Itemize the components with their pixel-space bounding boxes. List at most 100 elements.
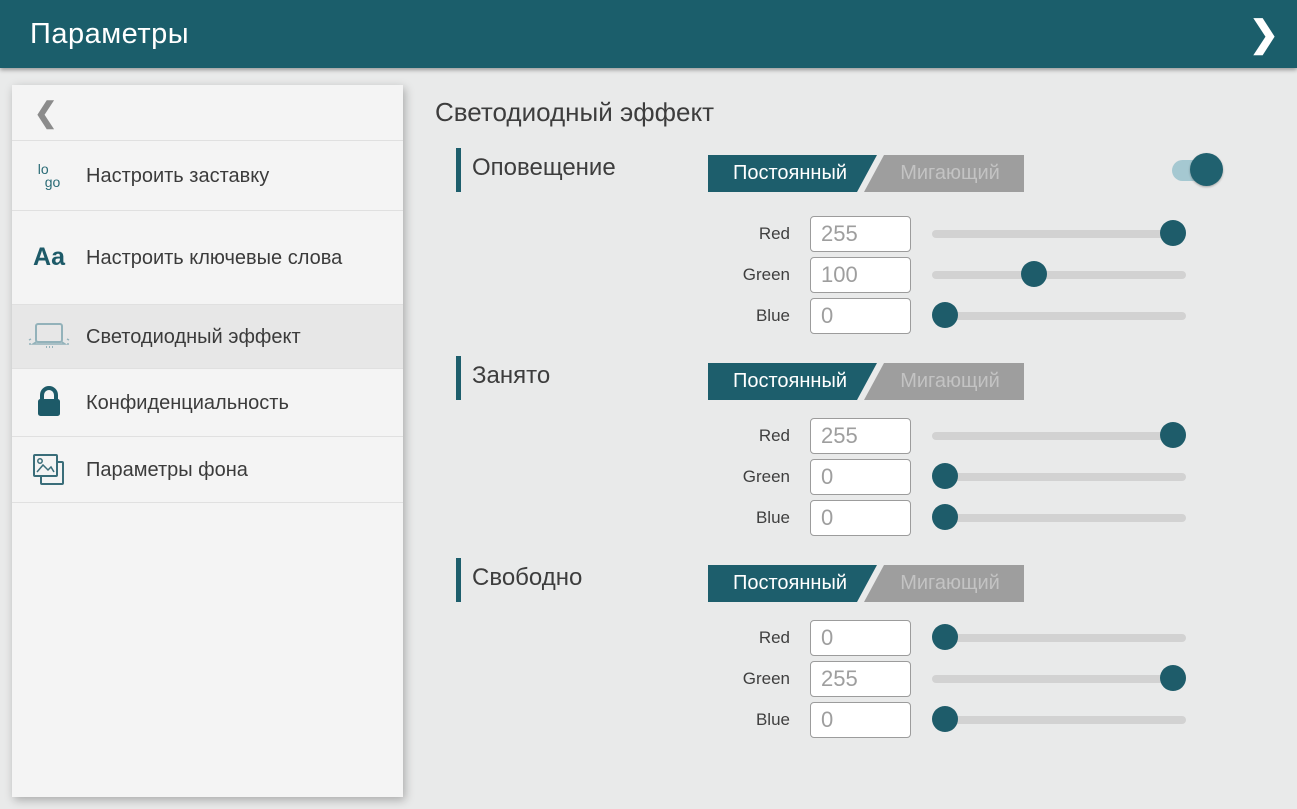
- slider-track: [932, 432, 1186, 440]
- sidebar-item-label: Настроить ключевые слова: [86, 245, 342, 271]
- sidebar-item-screensaver[interactable]: lo go Настроить заставку: [12, 141, 403, 211]
- red-label: Red: [435, 628, 790, 648]
- mode-constant-button[interactable]: Постоянный: [716, 155, 864, 192]
- slider-track: [932, 271, 1186, 279]
- green-row: Green: [435, 458, 1235, 495]
- rgb-rows-notification: Red Green Blue: [435, 215, 1235, 334]
- red-label: Red: [435, 224, 790, 244]
- slider-thumb[interactable]: [932, 706, 958, 732]
- slider-track: [932, 473, 1186, 481]
- page-title: Светодиодный эффект: [435, 97, 1235, 128]
- green-row: Green: [435, 256, 1235, 293]
- monitor-icon: [12, 320, 86, 354]
- section-title: Занято: [472, 362, 550, 390]
- red-slider[interactable]: [932, 215, 1186, 252]
- blue-slider[interactable]: [932, 701, 1186, 738]
- blue-label: Blue: [435, 306, 790, 326]
- slider-thumb[interactable]: [932, 302, 958, 328]
- red-value-input[interactable]: [810, 216, 911, 252]
- mode-constant-button[interactable]: Постоянный: [716, 565, 864, 602]
- blue-value-input[interactable]: [810, 702, 911, 738]
- section-title: Свободно: [472, 564, 582, 592]
- keywords-aa-icon: Aa: [12, 243, 86, 272]
- green-slider[interactable]: [932, 660, 1186, 697]
- slider-track: [932, 312, 1186, 320]
- mode-toggle-busy: Постоянный Мигающий: [708, 363, 1024, 400]
- red-value-input[interactable]: [810, 620, 911, 656]
- collapse-sidebar-icon[interactable]: ❯: [1249, 10, 1279, 58]
- red-slider[interactable]: [932, 619, 1186, 656]
- section-free-header: Свободно Постоянный Мигающий: [435, 558, 1235, 603]
- mode-toggle-free: Постоянный Мигающий: [708, 565, 1024, 602]
- sidebar: ❮ lo go Настроить заставку Aa Настроить …: [12, 85, 403, 797]
- slider-thumb[interactable]: [1160, 422, 1186, 448]
- mode-blinking-button[interactable]: Мигающий: [880, 363, 1020, 400]
- app-title: Параметры: [0, 18, 189, 51]
- section-accent-bar: [456, 148, 461, 192]
- slider-track: [932, 675, 1186, 683]
- section-title: Оповещение: [472, 154, 616, 182]
- blue-value-input[interactable]: [810, 500, 911, 536]
- mode-constant-button[interactable]: Постоянный: [716, 363, 864, 400]
- sidebar-item-label: Параметры фона: [86, 457, 248, 483]
- section-accent-bar: [456, 558, 461, 602]
- blue-label: Blue: [435, 710, 790, 730]
- red-row: Red: [435, 619, 1235, 656]
- blue-row: Blue: [435, 499, 1235, 536]
- green-slider[interactable]: [932, 458, 1186, 495]
- mode-blinking-button[interactable]: Мигающий: [880, 155, 1020, 192]
- green-slider[interactable]: [932, 256, 1186, 293]
- slider-thumb[interactable]: [1160, 665, 1186, 691]
- slider-track: [932, 514, 1186, 522]
- blue-label: Blue: [435, 508, 790, 528]
- main-content: Светодиодный эффект Оповещение Постоянны…: [435, 68, 1235, 742]
- mode-toggle-notification: Постоянный Мигающий: [708, 155, 1024, 192]
- slider-thumb[interactable]: [932, 463, 958, 489]
- blue-slider[interactable]: [932, 297, 1186, 334]
- section-busy-header: Занято Постоянный Мигающий: [435, 356, 1235, 401]
- section-notification-header: Оповещение Постоянный Мигающий: [435, 148, 1235, 193]
- blue-row: Blue: [435, 297, 1235, 334]
- sidebar-item-privacy[interactable]: Конфиденциальность: [12, 369, 403, 437]
- green-label: Green: [435, 265, 790, 285]
- logo-icon: lo go: [12, 163, 86, 189]
- green-value-input[interactable]: [810, 459, 911, 495]
- rgb-rows-busy: Red Green Blue: [435, 417, 1235, 536]
- lock-icon: [12, 386, 86, 420]
- red-row: Red: [435, 417, 1235, 454]
- sidebar-item-background[interactable]: Параметры фона: [12, 437, 403, 503]
- sidebar-item-led-effect[interactable]: Светодиодный эффект: [12, 305, 403, 369]
- sidebar-item-label: Настроить заставку: [86, 163, 269, 189]
- slider-track: [932, 716, 1186, 724]
- slider-thumb[interactable]: [1021, 261, 1047, 287]
- notification-switch[interactable]: [1172, 152, 1224, 188]
- sidebar-back-button[interactable]: ❮: [12, 85, 403, 141]
- red-value-input[interactable]: [810, 418, 911, 454]
- sidebar-item-label: Конфиденциальность: [86, 390, 289, 416]
- blue-row: Blue: [435, 701, 1235, 738]
- red-row: Red: [435, 215, 1235, 252]
- app-header: Параметры ❯: [0, 0, 1297, 68]
- slider-track: [932, 230, 1186, 238]
- section-accent-bar: [456, 356, 461, 400]
- rgb-rows-free: Red Green Blue: [435, 619, 1235, 738]
- red-slider[interactable]: [932, 417, 1186, 454]
- slider-track: [932, 634, 1186, 642]
- back-chevron-icon: ❮: [34, 96, 57, 129]
- slider-thumb[interactable]: [1160, 220, 1186, 246]
- slider-thumb[interactable]: [932, 624, 958, 650]
- mode-blinking-button[interactable]: Мигающий: [880, 565, 1020, 602]
- sidebar-item-label: Светодиодный эффект: [86, 324, 301, 350]
- blue-value-input[interactable]: [810, 298, 911, 334]
- red-label: Red: [435, 426, 790, 446]
- slider-thumb[interactable]: [932, 504, 958, 530]
- green-value-input[interactable]: [810, 257, 911, 293]
- blue-slider[interactable]: [932, 499, 1186, 536]
- green-label: Green: [435, 669, 790, 689]
- green-value-input[interactable]: [810, 661, 911, 697]
- switch-knob: [1190, 153, 1223, 186]
- green-label: Green: [435, 467, 790, 487]
- green-row: Green: [435, 660, 1235, 697]
- sidebar-item-keywords[interactable]: Aa Настроить ключевые слова: [12, 211, 403, 305]
- images-icon: [12, 452, 86, 488]
